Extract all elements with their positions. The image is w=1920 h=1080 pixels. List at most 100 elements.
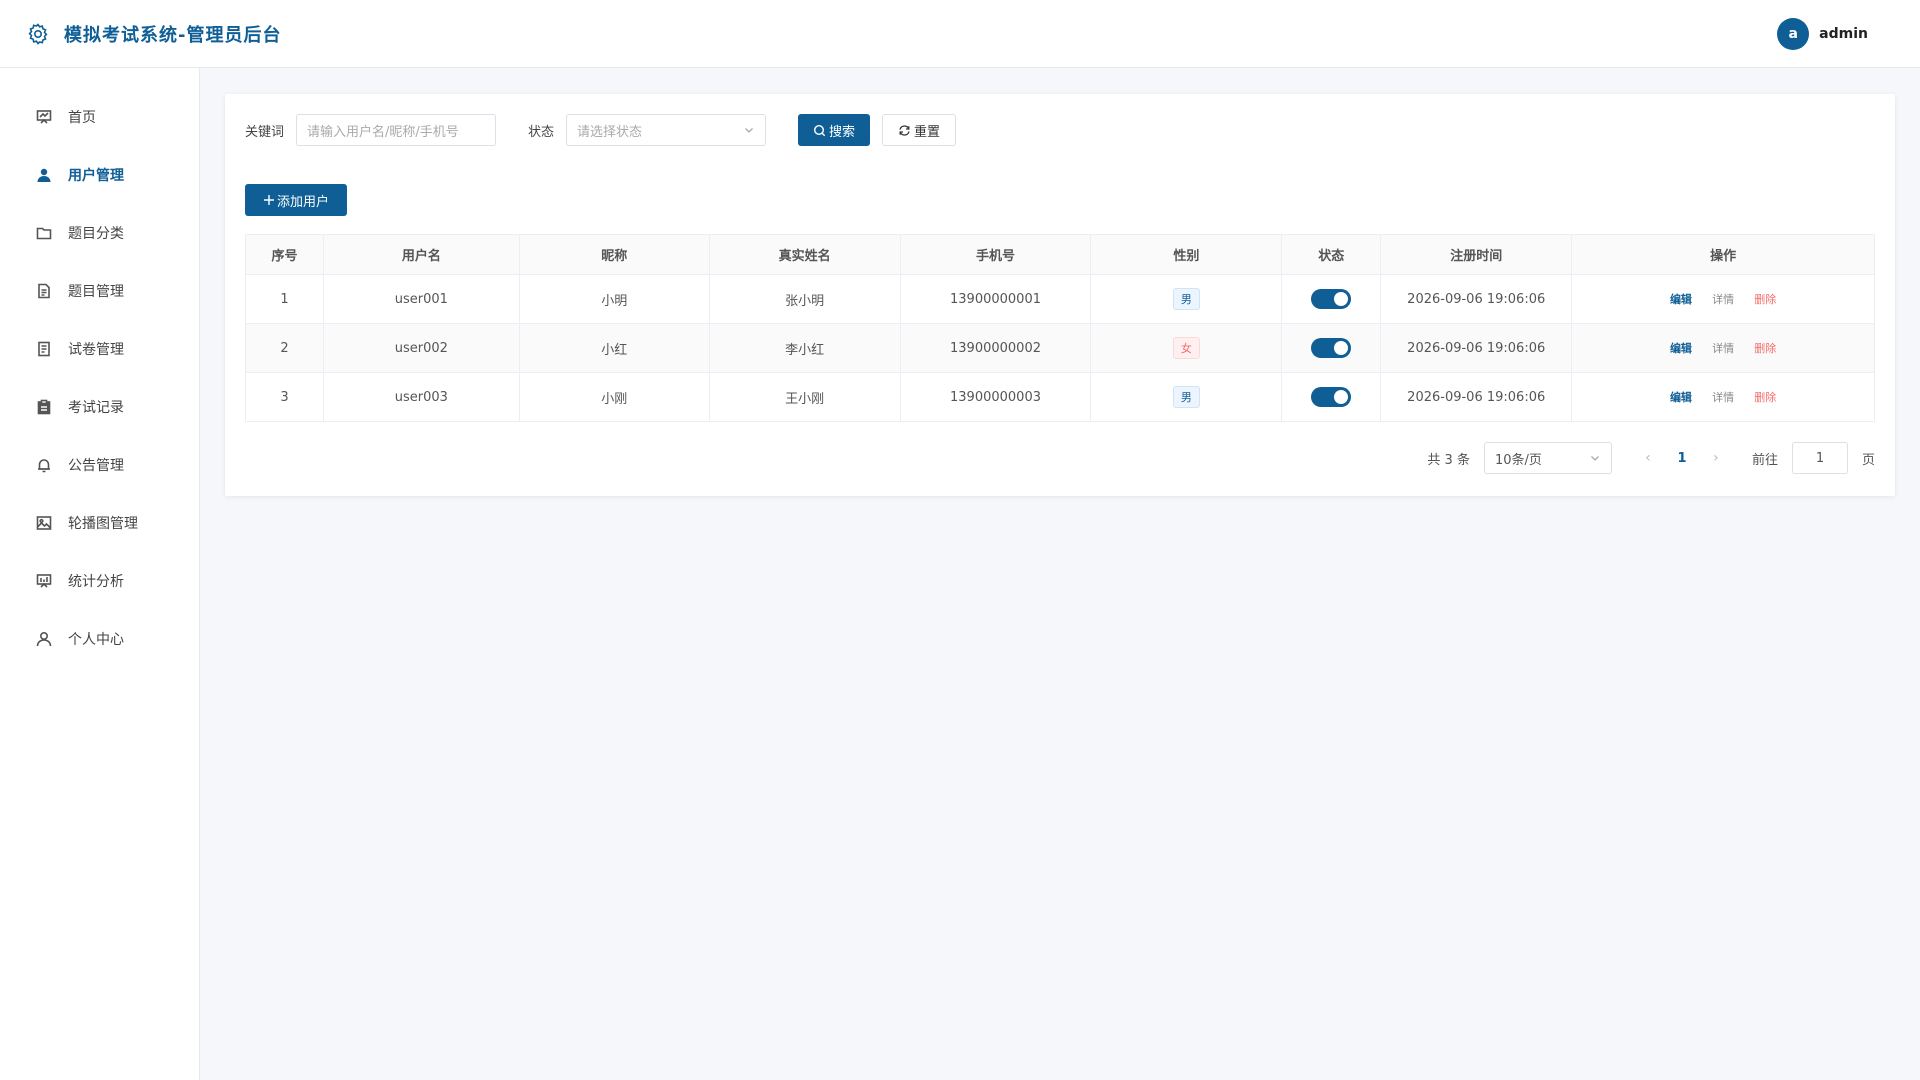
refresh-icon (899, 124, 910, 136)
cell-phone: 13900000002 (899, 323, 1092, 373)
prev-page-icon[interactable]: ‹ (1638, 450, 1658, 466)
sidebar-item-label: 首页 (68, 110, 96, 126)
brand: 模拟考试系统-管理员后台 (26, 21, 281, 47)
cell-gender: 女 (1090, 323, 1283, 373)
header-status: 状态 (1281, 234, 1382, 275)
bell-icon (38, 459, 50, 473)
status-switch[interactable] (1311, 289, 1352, 309)
toolbar: 添加用户 (245, 184, 1875, 216)
add-user-button[interactable]: 添加用户 (245, 184, 347, 216)
status-switch[interactable] (1311, 338, 1352, 358)
header-realname: 真实姓名 (708, 234, 901, 275)
gender-tag: 男 (1172, 288, 1200, 310)
sidebar-item-label: 试卷管理 (68, 342, 124, 358)
switch-knob (1334, 341, 1349, 355)
folder-icon (36, 227, 52, 240)
detail-link[interactable]: 详情 (1712, 342, 1734, 355)
keyword-placeholder: 请输入用户名/昵称/手机号 (307, 124, 459, 140)
status-switch[interactable] (1311, 387, 1352, 407)
search-button[interactable]: 搜索 (798, 114, 871, 146)
goto-label: 前往 (1751, 452, 1778, 468)
cell-gender: 男 (1090, 274, 1283, 324)
status-label: 状态 (528, 124, 555, 140)
sidebar-item-label: 用户管理 (68, 168, 124, 184)
search-button-label: 搜索 (829, 123, 856, 139)
sidebar-item-home[interactable]: 首页 (0, 88, 199, 146)
sidebar: 首页 用户管理 题目分类 题目管理 试卷管理 考试记录 公告管理 轮播图管理 统… (0, 68, 200, 1080)
cell-actions: 编辑 详情 删除 (1571, 274, 1875, 324)
edit-link[interactable]: 编辑 (1670, 342, 1692, 355)
paper-icon (38, 341, 50, 357)
edit-link[interactable]: 编辑 (1670, 391, 1692, 404)
sidebar-item-papers[interactable]: 试卷管理 (0, 320, 199, 378)
sidebar-item-categories[interactable]: 题目分类 (0, 204, 199, 262)
next-page-icon[interactable]: › (1706, 450, 1726, 466)
avatar[interactable]: a (1777, 17, 1810, 50)
chevron-down-icon (745, 128, 753, 133)
cell-phone: 13900000001 (899, 274, 1092, 324)
cell-index: 1 (245, 274, 324, 324)
sidebar-item-notices[interactable]: 公告管理 (0, 436, 199, 494)
header-phone: 手机号 (899, 234, 1092, 275)
user-menu[interactable]: a admin (1777, 17, 1868, 50)
header-registered: 注册时间 (1380, 234, 1573, 275)
chevron-down-icon (1591, 456, 1599, 461)
sidebar-item-exam-records[interactable]: 考试记录 (0, 378, 199, 436)
username-label[interactable]: admin (1819, 26, 1868, 42)
sidebar-item-label: 考试记录 (68, 400, 124, 416)
clipboard-icon (37, 399, 51, 415)
header-gender: 性别 (1090, 234, 1283, 275)
cell-registered: 2026-09-06 19:06:06 (1380, 274, 1573, 324)
app-title: 模拟考试系统-管理员后台 (64, 24, 282, 46)
sidebar-item-label: 题目管理 (68, 284, 124, 300)
sidebar-item-label: 个人中心 (68, 632, 124, 648)
table-row: 2 user002 小红 李小红 13900000002 女 2026-09-0… (245, 323, 1875, 373)
table-row: 3 user003 小刚 王小刚 13900000003 男 2026-09-0… (245, 372, 1875, 422)
cell-nickname: 小红 (518, 323, 710, 373)
cell-username: user001 (322, 274, 520, 324)
delete-link[interactable]: 删除 (1754, 293, 1776, 306)
cell-username: user002 (322, 323, 520, 373)
switch-knob (1334, 390, 1349, 404)
cell-status (1281, 372, 1382, 422)
gender-tag: 男 (1172, 386, 1200, 408)
edit-link[interactable]: 编辑 (1670, 293, 1692, 306)
cell-registered: 2026-09-06 19:06:06 (1380, 323, 1573, 373)
filter-bar: 关键词 请输入用户名/昵称/手机号 状态 请选择状态 搜索 重置 (245, 114, 1875, 146)
status-select[interactable]: 请选择状态 (566, 114, 767, 146)
top-header: 模拟考试系统-管理员后台 a admin (0, 0, 1920, 68)
keyword-label: 关键词 (245, 124, 285, 140)
delete-link[interactable]: 删除 (1754, 391, 1776, 404)
sidebar-item-statistics[interactable]: 统计分析 (0, 552, 199, 610)
cell-index: 3 (245, 372, 324, 422)
cell-status (1281, 274, 1382, 324)
keyword-input[interactable]: 请输入用户名/昵称/手机号 (296, 114, 497, 146)
person-icon (36, 631, 52, 647)
gender-tag: 女 (1172, 337, 1200, 359)
sidebar-item-questions[interactable]: 题目管理 (0, 262, 199, 320)
reset-button-label: 重置 (914, 123, 941, 139)
cell-actions: 编辑 详情 删除 (1571, 323, 1875, 373)
goto-page-input[interactable]: 1 (1791, 442, 1848, 474)
sidebar-item-users[interactable]: 用户管理 (0, 146, 199, 204)
plus-icon (263, 195, 274, 205)
page-size-select[interactable]: 10条/页 (1483, 442, 1612, 474)
page-number[interactable]: 1 (1672, 451, 1692, 466)
page-size-value: 10条/页 (1494, 452, 1542, 468)
chart-board-icon (36, 574, 52, 588)
detail-link[interactable]: 详情 (1712, 293, 1734, 306)
user-table: 序号 用户名 昵称 真实姓名 手机号 性别 状态 注册时间 操作 1 user0… (245, 234, 1875, 422)
header-nickname: 昵称 (518, 234, 710, 275)
header-actions: 操作 (1571, 234, 1875, 275)
delete-link[interactable]: 删除 (1754, 342, 1776, 355)
cell-realname: 王小刚 (708, 372, 901, 422)
cell-phone: 13900000003 (899, 372, 1092, 422)
pagination: 共 3 条 10条/页 ‹ 1 › 前往 1 页 (245, 442, 1875, 474)
sidebar-item-profile[interactable]: 个人中心 (0, 610, 199, 668)
cell-nickname: 小刚 (518, 372, 710, 422)
cell-status (1281, 323, 1382, 373)
sidebar-item-carousel[interactable]: 轮播图管理 (0, 494, 199, 552)
detail-link[interactable]: 详情 (1712, 391, 1734, 404)
reset-button[interactable]: 重置 (882, 114, 957, 146)
total-count: 共 3 条 (1427, 452, 1470, 468)
